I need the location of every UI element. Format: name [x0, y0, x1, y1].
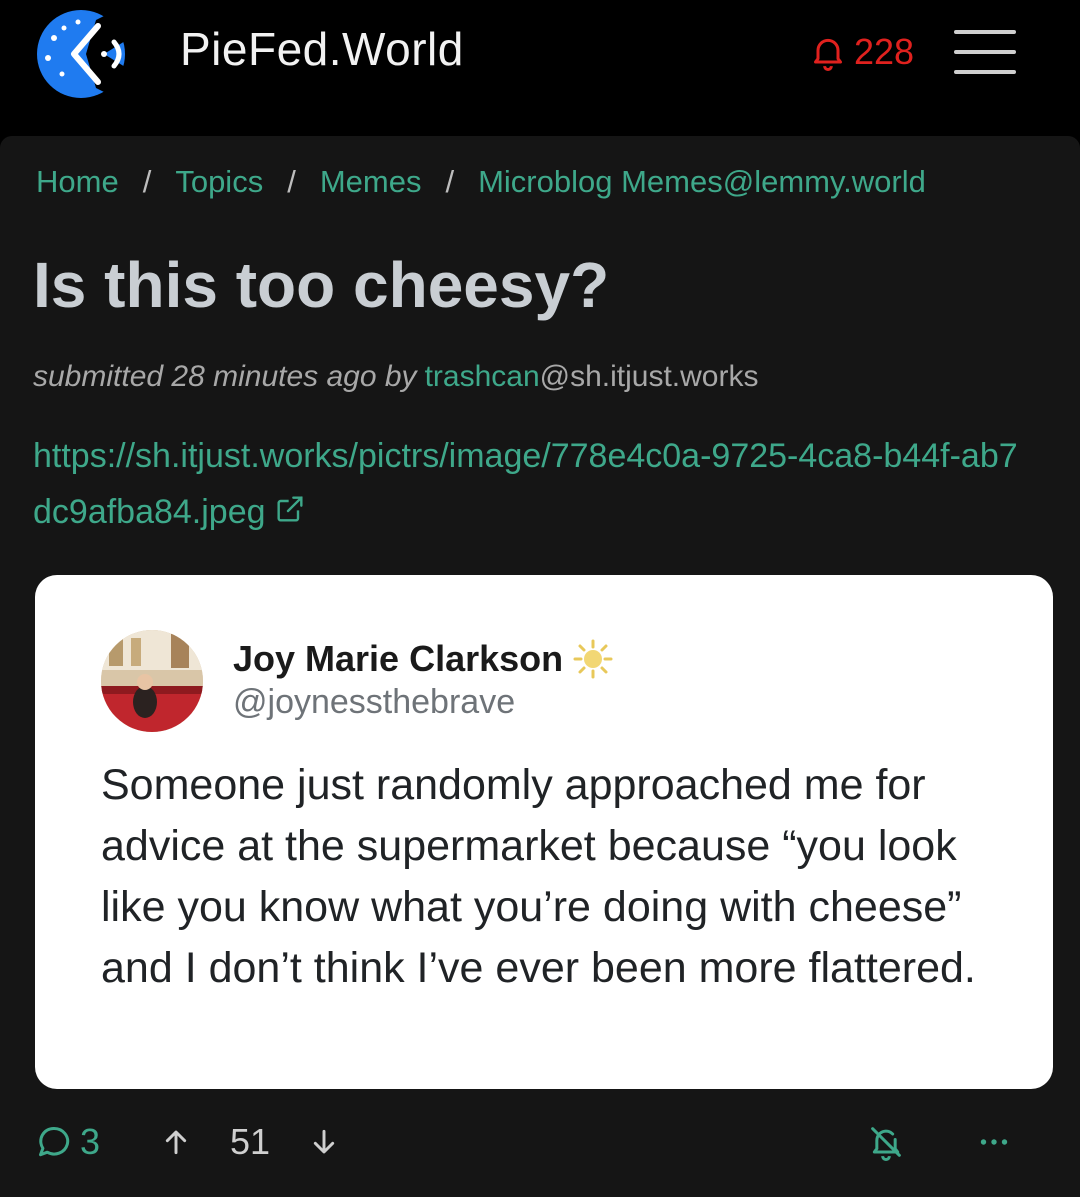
notifications-off-button[interactable]: [866, 1112, 906, 1172]
sun-icon: [573, 639, 613, 679]
breadcrumb-home[interactable]: Home: [36, 164, 119, 200]
post-actions: 3 51: [0, 1112, 1080, 1172]
comment-count: 3: [80, 1121, 101, 1162]
external-link-icon: [277, 496, 303, 522]
score: 51: [230, 1121, 271, 1162]
post-title: Is this too cheesy?: [33, 249, 610, 321]
site-title[interactable]: PieFed.World: [180, 22, 464, 76]
top-bar: PieFed.World 228: [0, 0, 1080, 136]
downvote-button[interactable]: [308, 1112, 340, 1172]
display-name-text: Joy Marie Clarkson: [233, 638, 564, 679]
author-user: trashcan: [424, 360, 540, 393]
tweet-display-name: Joy Marie Clarkson: [233, 638, 613, 680]
post-image-link[interactable]: https://sh.itjust.works/pictrs/image/778…: [33, 428, 1033, 540]
breadcrumb-memes[interactable]: Memes: [320, 164, 422, 200]
hamburger-menu-icon[interactable]: [954, 28, 1016, 76]
author-link[interactable]: trashcan@sh.itjust.works: [425, 360, 759, 393]
tweet-text: Someone just randomly approached me for …: [101, 761, 976, 992]
notification-count: 228: [854, 31, 915, 72]
breadcrumb-topics[interactable]: Topics: [175, 164, 263, 200]
tweet-handle: @joynessthebrave: [233, 683, 516, 721]
breadcrumb-separator: /: [142, 164, 152, 199]
bell-icon: [814, 38, 842, 71]
submitted-text: submitted 28 minutes ago by: [33, 360, 417, 393]
arrow-down-icon: [313, 1129, 335, 1154]
notifications-button[interactable]: 228: [808, 28, 914, 76]
comment-icon: [39, 1126, 70, 1157]
breadcrumb: Home / Topics / Memes / Microblog Memes@…: [36, 164, 926, 200]
breadcrumb-community[interactable]: Microblog Memes@lemmy.world: [478, 164, 926, 200]
avatar: [101, 630, 203, 732]
ellipsis-icon: [980, 1139, 1008, 1145]
post-link-url: https://sh.itjust.works/pictrs/image/778…: [33, 437, 1018, 531]
arrow-up-icon: [165, 1130, 187, 1155]
post-image[interactable]: Joy Marie Clarkson @joynessthebrave Some…: [35, 575, 1053, 1089]
post-meta: submitted 28 minutes ago by trashcan@sh.i…: [33, 360, 758, 394]
piefed-logo-icon[interactable]: [34, 8, 132, 100]
bell-off-icon: [871, 1127, 901, 1161]
more-options-icon[interactable]: [976, 1112, 1012, 1172]
upvote-button[interactable]: [160, 1112, 192, 1172]
breadcrumb-separator: /: [445, 164, 455, 199]
comments-button[interactable]: 3: [36, 1112, 100, 1172]
breadcrumb-separator: /: [287, 164, 296, 199]
author-instance: @sh.itjust.works: [539, 360, 759, 393]
